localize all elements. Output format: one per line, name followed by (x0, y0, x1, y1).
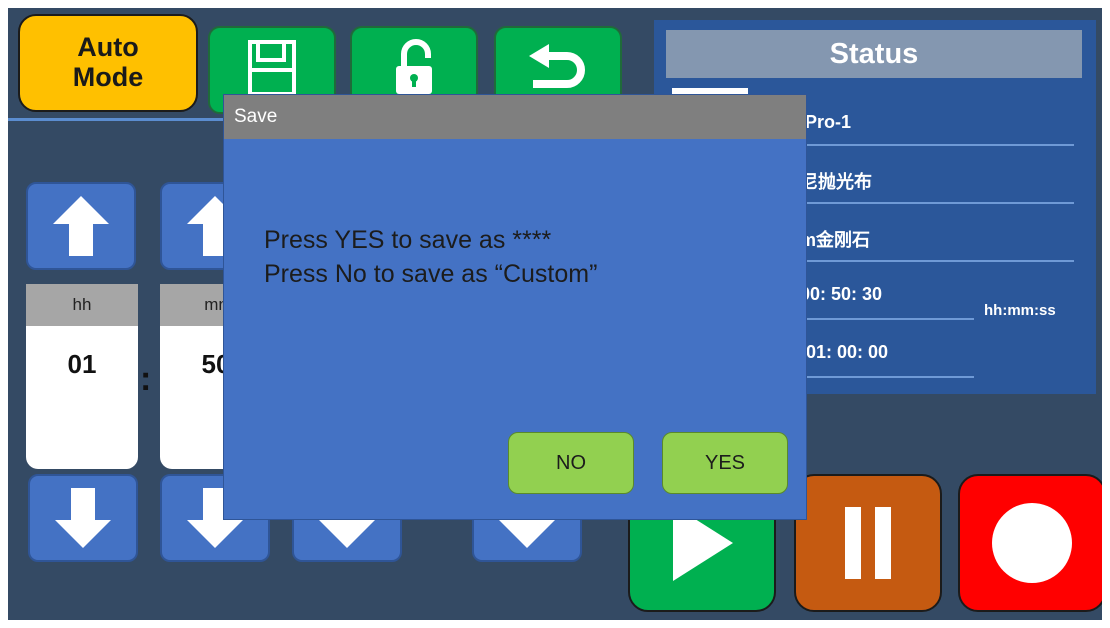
save-dialog: Save Press YES to save as **** Press No … (223, 94, 807, 520)
status-underline (800, 318, 974, 320)
status-underline (800, 144, 1074, 146)
status-program: /Pro-1 (800, 112, 852, 132)
stop-button[interactable] (958, 474, 1102, 612)
mode-line-1: Auto (77, 32, 139, 62)
hours-down-button[interactable] (28, 474, 138, 562)
auto-mode-button[interactable]: Auto Mode (18, 14, 198, 112)
hours-display[interactable]: hh 01 (26, 284, 138, 469)
status-title: Status (666, 30, 1082, 78)
pause-button[interactable] (794, 474, 942, 612)
dialog-message-line-2: Press No to save as “Custom” (264, 260, 598, 288)
dialog-message: Press YES to save as **** Press No to sa… (264, 223, 597, 291)
mode-line-2: Mode (72, 62, 144, 92)
status-total-time: )01: 00: 00 (800, 342, 889, 362)
time-unit-label: hh:mm:ss (984, 302, 1056, 319)
hmi-screen: Auto Mode Status /Pro-1 尼抛光布 m金刚石 00: 50… (8, 8, 1102, 620)
status-abrasive: m金刚石 (800, 230, 871, 250)
status-elapsed-time: 00: 50: 30 (800, 284, 883, 304)
dialog-message-line-1: Press YES to save as **** (264, 226, 552, 254)
hours-header: hh (26, 284, 138, 326)
dialog-title: Save (224, 95, 806, 139)
status-cloth: 尼抛光布 (800, 172, 872, 192)
status-underline (800, 260, 1074, 262)
status-underline (800, 376, 974, 378)
no-button[interactable]: NO (508, 432, 634, 494)
status-underline (800, 202, 1074, 204)
hours-up-button[interactable] (26, 182, 136, 270)
hours-value: 01 (67, 349, 97, 379)
yes-button[interactable]: YES (662, 432, 788, 494)
time-separator: : (140, 360, 152, 398)
